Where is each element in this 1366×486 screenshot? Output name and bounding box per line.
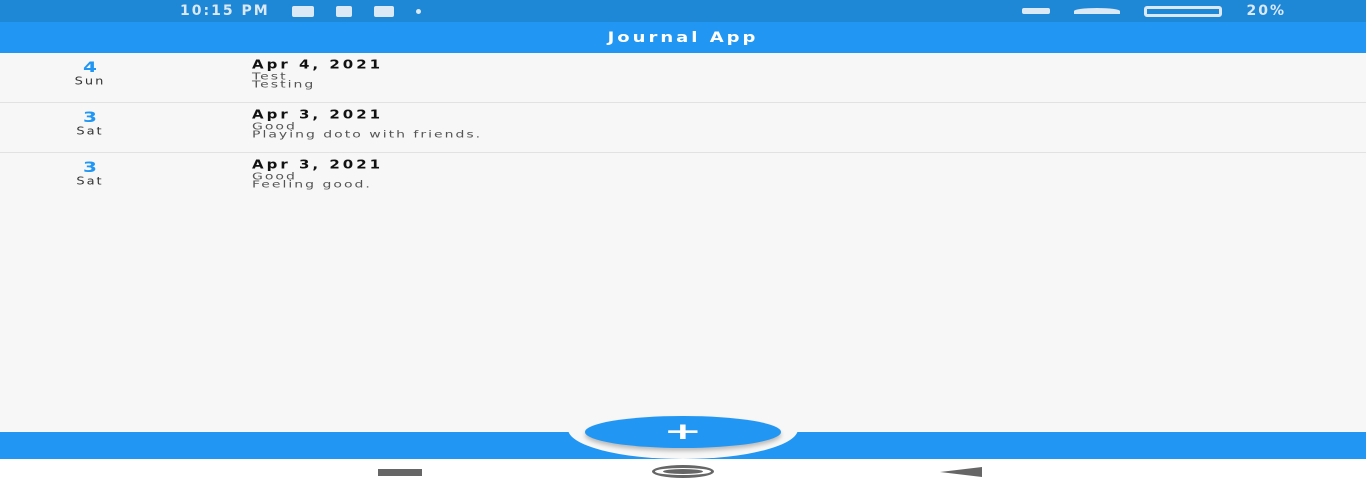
status-right: 20% [1022, 3, 1286, 19]
app-bar: Journal App [0, 22, 1366, 53]
entry-date-badge: 3 Sat [55, 107, 125, 138]
system-nav-bar [0, 459, 1366, 486]
list-item[interactable]: 3 Sat Apr 3, 2021 Good Playing doto with… [0, 103, 1366, 153]
entry-weekday: Sat [76, 125, 104, 138]
entry-content: Apr 4, 2021 Test Testing [252, 59, 383, 94]
app-title: Journal App [607, 29, 759, 46]
grid-icon [373, 5, 394, 17]
entry-day-number: 3 [83, 108, 97, 126]
entry-weekday: Sun [74, 75, 106, 88]
entry-date-badge: 3 Sat [55, 157, 125, 188]
list-item[interactable]: 4 Sun Apr 4, 2021 Test Testing [0, 53, 1366, 103]
calendar-icon [335, 5, 352, 17]
battery-icon [1144, 5, 1223, 17]
entry-body: Testing [252, 79, 316, 91]
status-time: 10:15 PM [180, 3, 270, 19]
entry-date: Apr 3, 2021 [252, 157, 384, 172]
entry-content: Apr 3, 2021 Good Feeling good. [252, 159, 383, 194]
entry-date: Apr 3, 2021 [252, 107, 384, 122]
entry-day-number: 4 [83, 58, 97, 76]
entry-body: Feeling good. [252, 179, 372, 191]
entry-day-number: 3 [83, 158, 97, 176]
back-icon[interactable] [940, 467, 982, 477]
dot-icon [415, 8, 421, 14]
wifi-icon [1074, 8, 1121, 14]
entry-weekday: Sat [76, 175, 104, 188]
entry-date-badge: 4 Sun [55, 57, 125, 88]
message-icon [291, 5, 314, 17]
signal-icon [1022, 8, 1051, 14]
status-left: 10:15 PM [180, 3, 421, 19]
list-item[interactable]: 3 Sat Apr 3, 2021 Good Feeling good. [0, 153, 1366, 203]
entry-list: 4 Sun Apr 4, 2021 Test Testing 3 Sat Apr… [0, 53, 1366, 203]
home-icon[interactable] [652, 465, 714, 478]
recent-apps-icon[interactable] [378, 469, 422, 476]
entry-content: Apr 3, 2021 Good Playing doto with frien… [252, 109, 482, 144]
status-bar: 10:15 PM 20% [0, 0, 1366, 22]
entry-date: Apr 4, 2021 [252, 57, 384, 72]
add-entry-button[interactable]: + [585, 416, 781, 448]
plus-icon: + [663, 418, 703, 446]
entry-body: Playing doto with friends. [252, 129, 483, 141]
battery-level: 20% [1246, 3, 1286, 19]
